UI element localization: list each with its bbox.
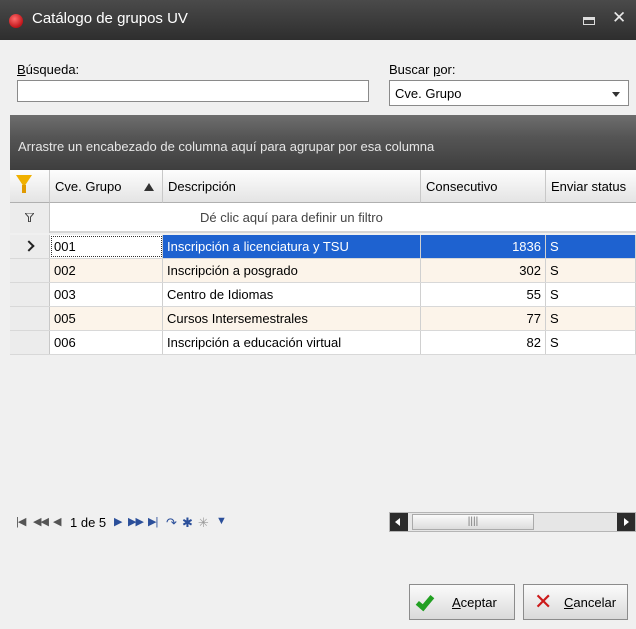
search-by-value: Cve. Grupo [395,86,462,101]
next-page-icon[interactable]: ▶▶ [128,515,144,528]
close-icon[interactable]: ✕ [612,8,626,28]
cell-enviar-status[interactable]: S [546,259,636,282]
filter-prompt: Dé clic aquí para definir un filtro [200,210,383,225]
accept-button[interactable]: Aceptar [409,584,515,620]
current-row-icon [23,240,35,252]
cancel-x-icon: ✕ [534,589,553,614]
table-row[interactable]: 005 Cursos Intersemestrales 77 S [10,307,636,331]
cancel-button[interactable]: ✕ Cancelar [523,584,628,620]
row-selector[interactable] [10,331,50,354]
cell-cve-grupo[interactable]: 006 [50,331,163,354]
filter-icon-stem [22,185,26,193]
search-input[interactable] [17,80,369,102]
dialog-window: Catálogo de grupos UV ✕ Búsqueda: Buscar… [0,0,636,629]
first-page-icon[interactable]: |◀ [16,515,26,528]
filter-row-icon [25,213,34,222]
search-by-select[interactable]: Cve. Grupo [389,80,629,106]
window-title: Catálogo de grupos UV [32,10,188,27]
column-header-consecutivo[interactable]: Consecutivo [421,170,546,203]
scroll-right-icon[interactable] [617,513,635,531]
search-label: Búsqueda: [17,62,80,77]
insert-icon[interactable]: ✱ [182,515,193,531]
cell-enviar-status[interactable]: S [546,235,636,258]
horizontal-scrollbar[interactable]: |||| [389,512,636,532]
scroll-left-icon[interactable] [390,513,408,531]
scroll-thumb[interactable]: |||| [412,514,534,530]
prev-page-icon[interactable]: ◀◀ [33,515,49,528]
table-row[interactable]: 002 Inscripción a posgrado 302 S [10,259,636,283]
cell-consecutivo[interactable]: 302 [421,259,546,282]
row-selector[interactable] [10,283,50,306]
column-header-cve-grupo[interactable]: Cve. Grupo [50,170,163,203]
cell-consecutivo[interactable]: 82 [421,331,546,354]
prev-record-icon[interactable]: ◀ [53,515,62,528]
cell-descripcion[interactable]: Inscripción a educación virtual [163,331,421,354]
filter-toggle-header[interactable] [10,170,50,203]
filter-nav-icon[interactable]: ▼ [216,515,227,527]
search-by-label: Buscar por: [389,62,456,77]
cell-descripcion[interactable]: Inscripción a licenciatura y TSU [163,235,421,258]
cell-consecutivo[interactable]: 55 [421,283,546,306]
group-by-hint: Arrastre un encabezado de columna aquí p… [18,139,435,154]
cell-descripcion[interactable]: Cursos Intersemestrales [163,307,421,330]
filter-row[interactable]: Dé clic aquí para definir un filtro [10,203,636,233]
row-selector[interactable] [10,259,50,282]
cell-cve-grupo[interactable]: 001 [50,235,163,258]
row-selector[interactable] [10,307,50,330]
column-header-descripcion[interactable]: Descripción [163,170,421,203]
cell-cve-grupo[interactable]: 005 [50,307,163,330]
table-row[interactable]: 001 Inscripción a licenciatura y TSU 1836 S [10,235,636,259]
cell-descripcion[interactable]: Inscripción a posgrado [163,259,421,282]
cell-enviar-status[interactable]: S [546,283,636,306]
delete-icon[interactable]: ✳ [198,515,209,531]
filter-row-selector [10,203,50,233]
table-row[interactable]: 003 Centro de Idiomas 55 S [10,283,636,307]
group-by-panel[interactable]: Arrastre un encabezado de columna aquí p… [10,115,636,170]
check-icon [415,591,435,612]
cell-enviar-status[interactable]: S [546,307,636,330]
data-grid: Cve. Grupo Descripción Consecutivo Envia… [10,170,636,510]
page-indicator: 1 de 5 [70,515,107,530]
sort-ascending-icon [144,183,154,191]
cell-consecutivo[interactable]: 77 [421,307,546,330]
last-page-icon[interactable]: ▶| [148,515,158,528]
cell-enviar-status[interactable]: S [546,331,636,354]
column-header-enviar-status[interactable]: Enviar status [546,170,636,203]
record-navigator: |◀ ◀◀ ◀ 1 de 5 ▶ ▶▶ ▶| ↷ ✱ ✳ ▼ |||| [10,510,636,536]
dropdown-arrow-icon[interactable] [612,92,620,97]
cell-cve-grupo[interactable]: 002 [50,259,163,282]
refresh-icon[interactable]: ↷ [166,515,177,531]
cell-cve-grupo[interactable]: 003 [50,283,163,306]
cell-consecutivo[interactable]: 1836 [421,235,546,258]
row-selector[interactable] [10,235,50,258]
title-bar[interactable]: Catálogo de grupos UV ✕ [0,0,636,40]
next-record-icon[interactable]: ▶ [114,515,123,528]
table-row[interactable]: 006 Inscripción a educación virtual 82 S [10,331,636,355]
maximize-icon[interactable] [583,17,595,25]
cell-descripcion[interactable]: Centro de Idiomas [163,283,421,306]
app-icon [9,14,23,28]
